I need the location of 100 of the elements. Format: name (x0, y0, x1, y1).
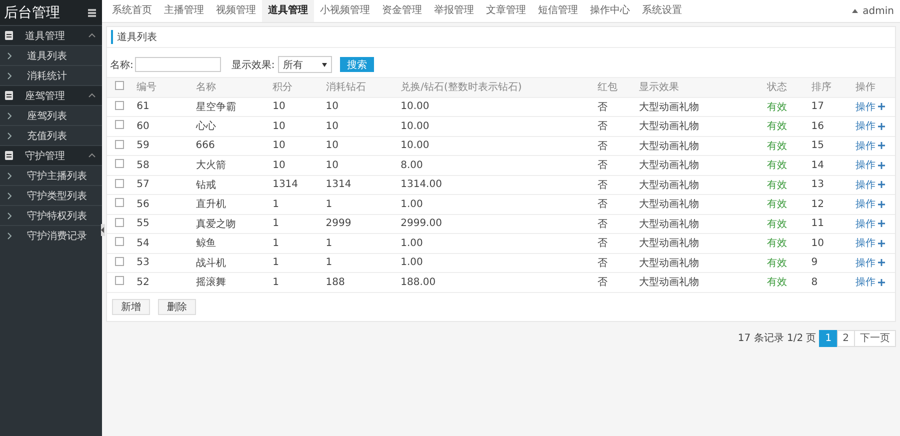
table-cell: 1 (272, 276, 279, 288)
nav-tab[interactable]: 系统设置 (636, 0, 688, 22)
table-cell: 大型动画礼物 (638, 180, 699, 191)
table-cell: 直升机 (196, 199, 226, 210)
record-count: 17 条记录 1/2 页 (738, 332, 816, 345)
plus-icon (878, 103, 885, 110)
action-link[interactable]: 操作 (856, 256, 885, 270)
delete-button[interactable]: 删除 (158, 298, 196, 314)
chevron-right-icon (7, 212, 12, 220)
search-button[interactable]: 搜索 (340, 57, 374, 72)
user-menu[interactable]: admin (862, 6, 894, 16)
table-cell: 大型动画礼物 (638, 140, 699, 152)
table-cell: 1 (272, 257, 279, 268)
sidebar-item[interactable]: 座驾列表 (0, 105, 102, 125)
table-cell: 心心 (196, 121, 216, 132)
page-link[interactable]: 2 (836, 330, 855, 346)
table-cell: 10 (272, 101, 286, 112)
nav-tab[interactable]: 文章管理 (480, 0, 532, 22)
caret-down-icon (322, 62, 327, 66)
table-cell: 10.00 (400, 120, 430, 132)
sidebar-group[interactable]: 道具管理 (0, 25, 102, 45)
action-link[interactable]: 操作 (856, 275, 885, 290)
sidebar-item[interactable]: 守护类型列表 (0, 185, 102, 205)
checkbox[interactable] (115, 256, 124, 266)
checkbox[interactable] (115, 198, 124, 208)
chevron-right-icon (7, 132, 12, 140)
sidebar-item[interactable]: 道具列表 (0, 45, 102, 65)
checkbox[interactable] (115, 218, 124, 227)
nav-tab[interactable]: 短信管理 (532, 0, 584, 22)
table-cell: 60 (136, 120, 150, 132)
checkbox[interactable] (115, 100, 124, 110)
table-cell: 大型动画礼物 (638, 121, 699, 132)
action-link[interactable]: 操作 (856, 138, 885, 153)
table-cell: 59 (136, 140, 150, 152)
checkbox[interactable] (115, 120, 124, 130)
checkbox[interactable] (115, 81, 124, 90)
table-cell: 10 (272, 140, 286, 152)
column-header: 显示效果 (638, 82, 679, 94)
table-cell: 1 (272, 198, 279, 210)
checkbox[interactable] (115, 178, 124, 188)
table-cell: 53 (136, 257, 150, 268)
table-cell: 2999.00 (400, 218, 442, 230)
table-cell: 10.00 (400, 140, 430, 152)
page-link[interactable]: 1 (819, 330, 838, 346)
table-cell: 否 (598, 140, 608, 152)
table-cell: 摇滚舞 (196, 277, 226, 288)
plus-icon (878, 278, 885, 286)
nav-tab[interactable]: 操作中心 (584, 0, 636, 22)
column-header: 状态 (766, 82, 787, 94)
action-link[interactable]: 操作 (856, 236, 885, 250)
table-cell: 16 (811, 120, 824, 132)
sidebar-group[interactable]: 守护管理 (0, 145, 102, 165)
plus-icon (878, 220, 885, 228)
column-header: 名称 (196, 82, 216, 94)
nav-tab[interactable]: 系统首页 (106, 0, 158, 22)
table-cell: 真爱之吻 (196, 218, 236, 230)
action-link[interactable]: 操作 (856, 197, 885, 212)
plus-icon (878, 259, 885, 266)
sidebar-item[interactable]: 守护特权列表 (0, 205, 102, 225)
sidebar-group[interactable]: 座驾管理 (0, 85, 102, 105)
action-link[interactable]: 操作 (856, 216, 885, 231)
table-cell: 否 (598, 102, 608, 113)
nav-tab[interactable]: 视频管理 (210, 0, 262, 22)
action-link[interactable]: 操作 (856, 178, 885, 192)
table-cell: 大型动画礼物 (638, 238, 699, 250)
table-cell: 1.00 (400, 238, 423, 249)
nav-tab[interactable]: 小视频管理 (314, 0, 376, 22)
checkbox[interactable] (115, 276, 124, 286)
action-link[interactable]: 操作 (856, 119, 885, 134)
add-button[interactable]: 新增 (112, 298, 150, 314)
nav-tab[interactable]: 主播管理 (158, 0, 210, 22)
action-link[interactable]: 操作 (856, 100, 885, 114)
document-icon (5, 91, 13, 100)
field-label: 名称: (110, 58, 134, 72)
status-text: 有效 (766, 218, 787, 230)
action-link[interactable]: 操作 (856, 158, 885, 172)
chevron-right-icon (7, 112, 12, 120)
table-cell: 鲸鱼 (196, 238, 216, 250)
column-header: 消耗钻石 (326, 82, 366, 94)
status-text: 有效 (766, 277, 787, 288)
menu-icon[interactable] (88, 8, 96, 16)
table-cell: 12 (811, 198, 824, 210)
section-title: 道具列表 (111, 30, 157, 44)
table-cell: 188.00 (400, 276, 436, 288)
nav-tab[interactable]: 道具管理 (262, 0, 314, 22)
table-cell: 1.00 (400, 198, 423, 210)
nav-tab[interactable]: 举报管理 (428, 0, 480, 22)
effect-select[interactable]: 所有 (278, 56, 332, 73)
checkbox[interactable] (115, 237, 124, 246)
collapse-handle[interactable] (101, 224, 105, 236)
name-input-field[interactable] (135, 57, 222, 72)
table-cell: 否 (598, 238, 608, 250)
next-page-link[interactable]: 下一页 (854, 330, 896, 346)
sidebar-item[interactable]: 守护主播列表 (0, 165, 102, 185)
checkbox[interactable] (115, 159, 124, 168)
status-text: 有效 (766, 180, 787, 191)
checkbox[interactable] (115, 140, 124, 149)
nav-tab[interactable]: 资金管理 (376, 0, 428, 22)
column-header: 排序 (811, 82, 832, 94)
plus-icon (878, 200, 885, 208)
